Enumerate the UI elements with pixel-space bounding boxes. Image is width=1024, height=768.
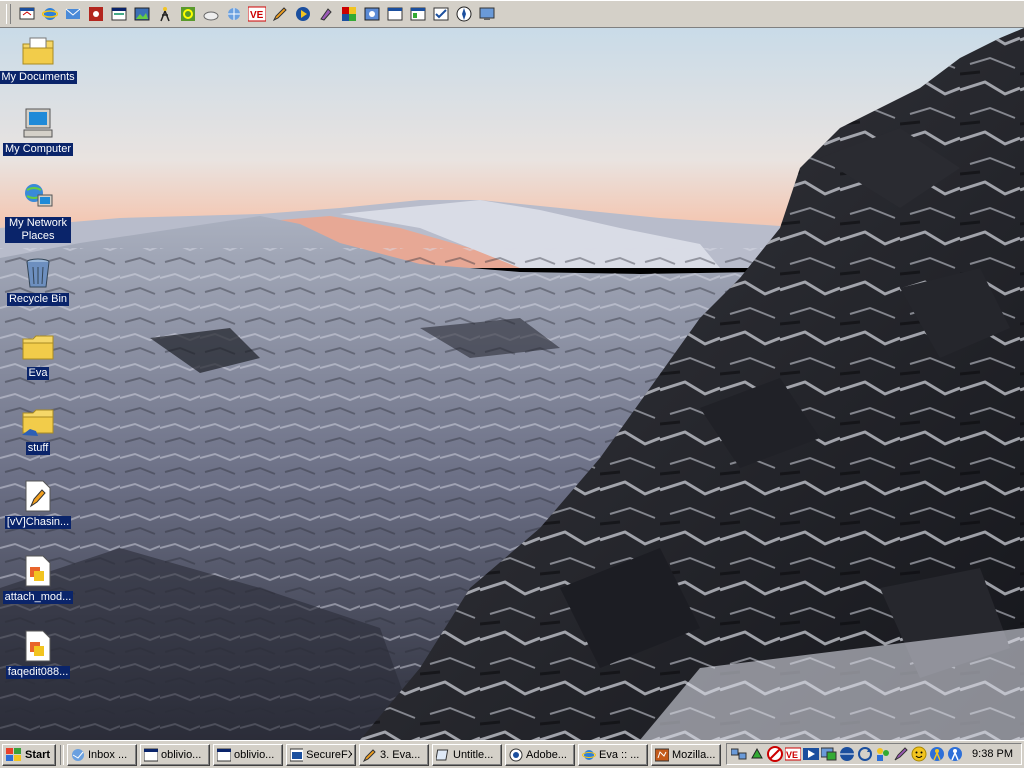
desktop-icon-label: stuff (25, 442, 51, 455)
media-tray-icon[interactable] (803, 746, 819, 762)
smiley-tray-icon[interactable] (911, 746, 927, 762)
aim-tray-icon[interactable] (929, 746, 945, 762)
desktop-icon-label: attach_mod... (2, 591, 74, 604)
desktop-icon-eva[interactable]: Eva (0, 330, 76, 380)
securefx-icon (290, 748, 304, 761)
desktop-icon-label: My Computer (2, 143, 74, 156)
palette-icon[interactable] (339, 4, 359, 24)
task-button-oblivio-2[interactable]: oblivio... (213, 743, 283, 766)
internet-explorer-icon[interactable] (40, 4, 60, 24)
media-icon[interactable] (86, 4, 106, 24)
ve-tray-icon[interactable]: VE (785, 746, 801, 762)
cloud-icon[interactable] (201, 4, 221, 24)
taskbar: Start Inbox ... oblivio... oblivio... Se… (0, 740, 1024, 768)
pencil-icon (363, 748, 376, 762)
windows-logo-icon (6, 747, 21, 761)
adobe-icon (509, 748, 523, 761)
desktop-icon-faqedit[interactable]: faqedit088... (0, 629, 76, 679)
network-tray-icon[interactable] (731, 746, 747, 762)
recycle-tray-icon[interactable] (749, 746, 765, 762)
aim-icon[interactable] (155, 4, 175, 24)
paint-icon[interactable] (316, 4, 336, 24)
window-app-2-icon[interactable] (408, 4, 428, 24)
shared-folder-icon (21, 405, 55, 439)
network-icon[interactable] (224, 4, 244, 24)
task-button-inbox[interactable]: Inbox ... (67, 743, 137, 766)
window-app-icon[interactable] (385, 4, 405, 24)
document-icon (21, 479, 55, 513)
desktop-icon-my-network-places[interactable]: My Network Places (0, 180, 76, 243)
app-window-icon[interactable] (109, 4, 129, 24)
ve-icon[interactable]: VE (247, 4, 267, 24)
task-button-mozilla[interactable]: Mozilla... (651, 743, 721, 766)
taskbar-separator (60, 744, 64, 765)
start-button[interactable]: Start (2, 743, 56, 766)
desktop-icon-attach-mod[interactable]: attach_mod... (0, 554, 76, 604)
show-desktop-icon[interactable] (17, 4, 37, 24)
image-viewer-icon[interactable] (132, 4, 152, 24)
recycle-bin-icon (21, 256, 55, 290)
monitor-icon[interactable] (477, 4, 497, 24)
desktop-icon-label: [vV]Chasin... (4, 516, 72, 529)
desktop-icon-label: Recycle Bin (6, 293, 70, 306)
refresh-tray-icon[interactable] (857, 746, 873, 762)
desktop-icon-vv-chasin[interactable]: [vV]Chasin... (0, 479, 76, 529)
task-button-untitled[interactable]: Untitle... (432, 743, 502, 766)
window-app-icon (217, 748, 231, 761)
desktop-icon-label: Eva (26, 367, 50, 380)
desktop-icon-label: My Network Places (5, 217, 71, 243)
notepad-icon (436, 749, 449, 760)
pencil-icon[interactable] (270, 4, 290, 24)
network-places-icon (21, 180, 55, 214)
svg-text:VE: VE (786, 750, 798, 760)
refresh-app-icon[interactable] (178, 4, 198, 24)
folder-icon (21, 330, 55, 364)
globe-tray-icon[interactable] (839, 746, 855, 762)
photo-icon[interactable] (362, 4, 382, 24)
mozilla-icon (655, 748, 669, 761)
toolbar-grip[interactable] (6, 3, 11, 24)
desktop-icon-stuff[interactable]: stuff (0, 405, 76, 455)
desktop-icon-recycle-bin[interactable]: Recycle Bin (0, 256, 76, 306)
desktop-icon-label: faqedit088... (5, 666, 71, 679)
checklist-icon[interactable] (431, 4, 451, 24)
media-player-icon[interactable] (293, 4, 313, 24)
script-file-icon (21, 629, 55, 663)
computer-icon (21, 106, 55, 140)
clock[interactable]: 9:38 PM (972, 748, 1013, 760)
task-button-eva-browser[interactable]: Eva :: ... (578, 743, 648, 766)
svg-text:VE: VE (250, 10, 264, 21)
messenger-tray-icon[interactable] (947, 746, 963, 762)
mail-app-icon (72, 748, 84, 761)
people-tray-icon[interactable] (875, 746, 891, 762)
desktop-icon-label: My Documents (0, 71, 77, 84)
script-file-icon (21, 554, 55, 588)
system-tray: VE 9:38 PM (726, 743, 1022, 765)
desktop-icon-my-documents[interactable]: My Documents (0, 34, 77, 84)
window-app-icon (144, 748, 158, 761)
desktop-wallpaper (0, 28, 1024, 740)
pen-tray-icon[interactable] (893, 746, 909, 762)
desktop-icon-my-computer[interactable]: My Computer (0, 106, 76, 156)
task-button-eva[interactable]: 3. Eva... (359, 743, 429, 766)
compass-icon[interactable] (454, 4, 474, 24)
monitor-tray-icon[interactable] (821, 746, 837, 762)
internet-explorer-icon (582, 749, 596, 760)
task-button-oblivio-1[interactable]: oblivio... (140, 743, 210, 766)
task-button-securefx[interactable]: SecureFX (286, 743, 356, 766)
task-button-adobe[interactable]: Adobe... (505, 743, 575, 766)
start-label: Start (25, 748, 51, 761)
antivirus-tray-icon[interactable] (767, 746, 783, 762)
folder-documents-icon (21, 34, 55, 68)
quick-launch-toolbar: VE (0, 0, 1024, 28)
outlook-icon[interactable] (63, 4, 83, 24)
